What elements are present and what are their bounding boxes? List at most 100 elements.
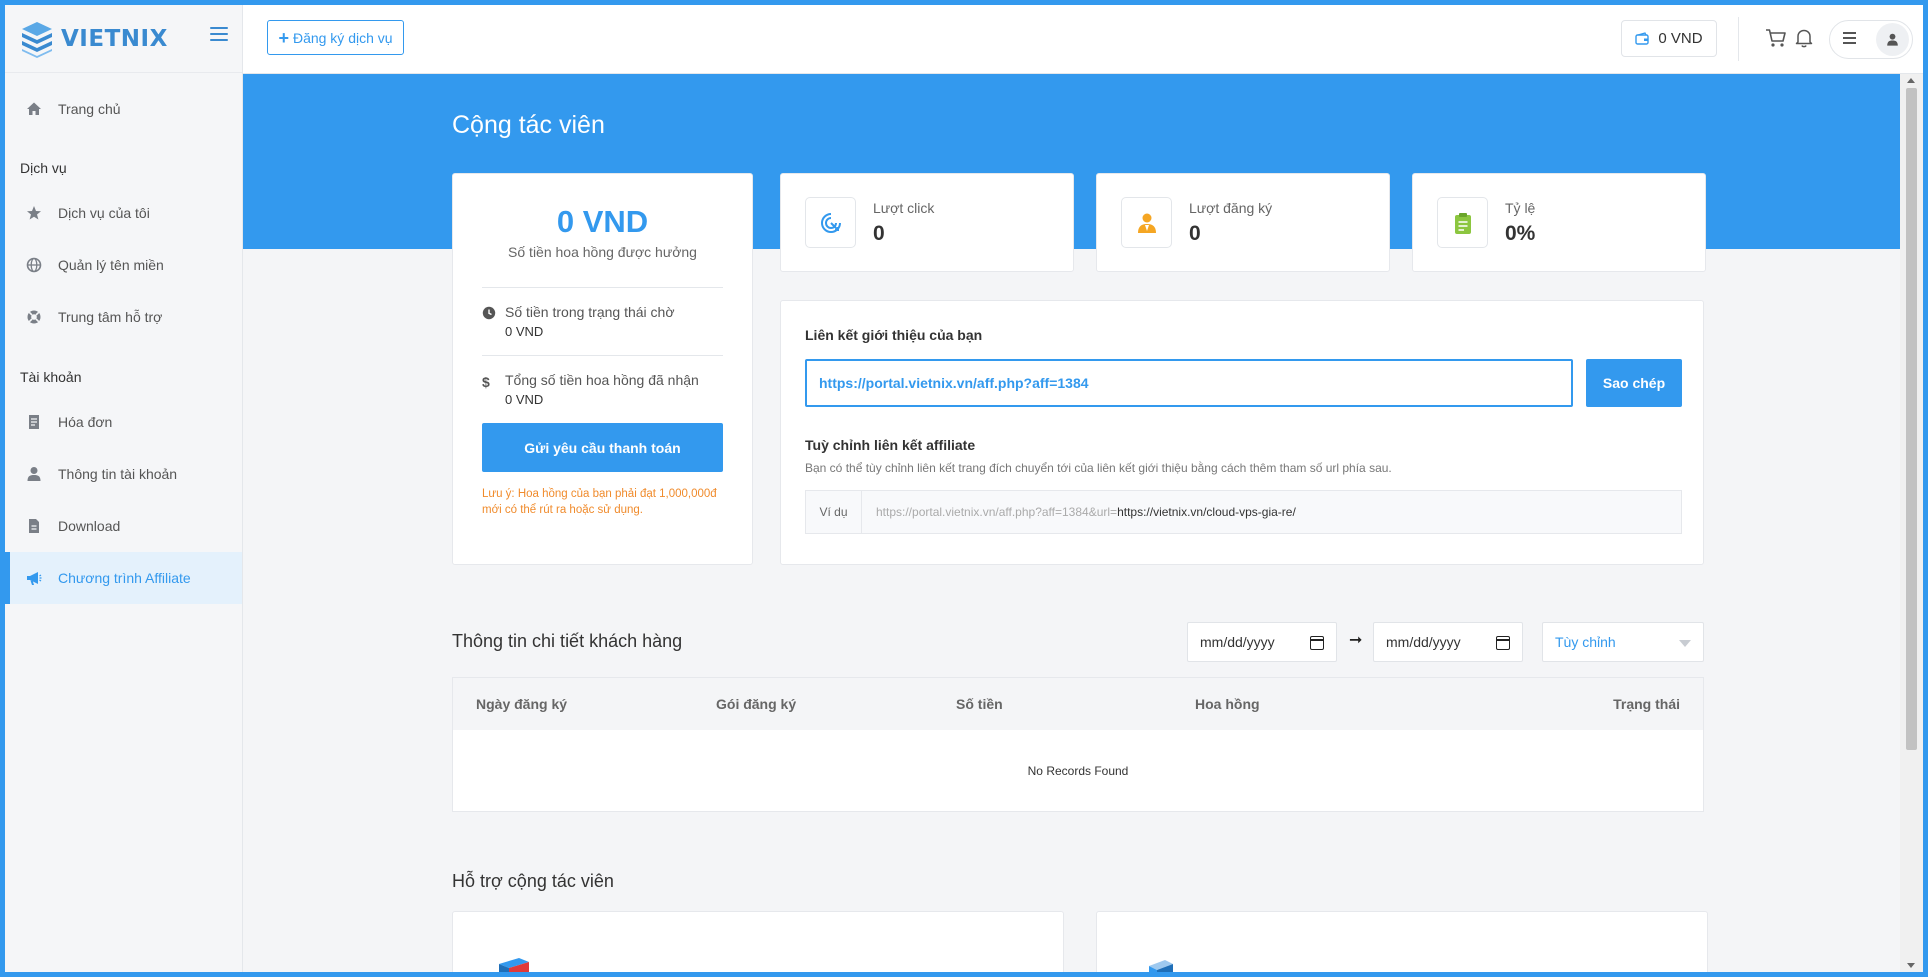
sidebar-item-my-services[interactable]: Dịch vụ của tôi (5, 187, 242, 239)
sidebar-item-home[interactable]: Trang chủ (5, 83, 242, 135)
cart-icon[interactable] (1765, 27, 1787, 49)
received-value: 0 VND (505, 392, 544, 407)
dollar-icon: $ (482, 374, 490, 390)
date-to-value: mm/dd/yyyy (1386, 634, 1461, 650)
date-from-input[interactable]: mm/dd/yyyy (1187, 622, 1337, 662)
page-scrollbar[interactable] (1900, 74, 1923, 972)
lifebuoy-icon (27, 310, 41, 324)
invoice-icon (29, 415, 39, 429)
star-icon (27, 206, 41, 220)
brand-name: VIETNIX (61, 25, 168, 52)
stat-label: Lượt đăng ký (1189, 199, 1273, 216)
logo[interactable]: VIETNIX (5, 5, 242, 73)
book-icon (499, 958, 529, 972)
wallet-icon (1635, 31, 1650, 45)
stat-value: 0 (873, 221, 885, 245)
example-label: Ví dụ (806, 491, 862, 533)
user-icon (1887, 33, 1898, 46)
example-base-url: https://portal.vietnix.vn/aff.php?aff=13… (876, 505, 1118, 519)
register-service-button[interactable]: + Đăng ký dịch vụ (267, 20, 404, 55)
range-select-value: Tùy chỉnh (1555, 634, 1616, 650)
calendar-icon[interactable] (1310, 636, 1324, 650)
support-card[interactable] (1096, 911, 1708, 972)
sidebar-item-label: Hóa đơn (58, 414, 113, 430)
globe-icon (26, 257, 42, 273)
sidebar-item-label: Thông tin tài khoản (58, 466, 178, 482)
referral-link-card: Liên kết giới thiệu của bạn https://port… (780, 300, 1704, 565)
scroll-down-icon[interactable] (1907, 963, 1915, 968)
stat-clicks: Lượt click 0 (780, 173, 1074, 272)
stat-icon-box (805, 197, 856, 248)
customers-table: Ngày đăng ký Gói đăng ký Số tiền Hoa hồn… (452, 677, 1704, 812)
user-menu-button[interactable] (1829, 20, 1913, 59)
chevron-down-icon (1679, 640, 1691, 647)
commission-card: 0 VND Số tiền hoa hồng được hưởng Số tiề… (452, 173, 753, 565)
scroll-thumb[interactable] (1906, 88, 1917, 750)
customers-section-title: Thông tin chi tiết khách hàng (452, 631, 683, 651)
sidebar-item-label: Trang chủ (58, 101, 121, 117)
sidebar-item-support[interactable]: Trung tâm hỗ trợ (5, 291, 242, 343)
page-title: Cộng tác viên (452, 111, 605, 139)
request-payment-button[interactable]: Gửi yêu cầu thanh toán (482, 423, 723, 472)
sidebar-item-label: Trung tâm hỗ trợ (58, 309, 163, 325)
date-to-input[interactable]: mm/dd/yyyy (1373, 622, 1523, 662)
sidebar-item-download[interactable]: Download (5, 500, 242, 552)
column-header[interactable]: Trạng thái (1613, 696, 1680, 712)
example-box: Ví dụ https://portal.vietnix.vn/aff.php?… (805, 490, 1682, 534)
range-select[interactable]: Tùy chỉnh (1542, 622, 1704, 662)
stat-ratio: Tỷ lệ 0% (1412, 173, 1706, 272)
stat-label: Lượt click (873, 199, 935, 216)
wallet-balance[interactable]: 0 VND (1621, 20, 1717, 57)
sidebar-item-invoices[interactable]: Hóa đơn (5, 396, 242, 448)
stat-value: 0% (1505, 221, 1536, 245)
support-section-title: Hỗ trợ cộng tác viên (452, 871, 614, 891)
column-header[interactable]: Gói đăng ký (716, 696, 796, 712)
user-signup-icon (1137, 213, 1156, 233)
sidebar-item-affiliate[interactable]: Chương trình Affiliate (5, 552, 242, 604)
megaphone-icon (27, 572, 42, 585)
referral-url-field[interactable]: https://portal.vietnix.vn/aff.php?aff=13… (805, 359, 1573, 407)
click-target-icon (820, 212, 841, 233)
calendar-icon[interactable] (1496, 636, 1510, 650)
custom-link-title: Tuỳ chỉnh liên kết affiliate (805, 437, 976, 453)
stat-icon-box (1437, 197, 1488, 248)
stat-icon-box (1121, 197, 1172, 248)
commission-note: Lưu ý: Hoa hồng của bạn phải đạt 1,000,0… (482, 488, 717, 516)
clipboard-icon (1454, 212, 1471, 234)
pending-label: Số tiền trong trạng thái chờ (505, 304, 675, 320)
support-card[interactable] (452, 911, 1064, 972)
divider (1738, 17, 1739, 61)
column-header[interactable]: Ngày đăng ký (476, 696, 567, 712)
document-icon (1149, 960, 1173, 972)
scroll-up-icon[interactable] (1907, 78, 1915, 83)
plus-icon: + (278, 27, 289, 48)
sidebar-section-services: Dịch vụ (20, 160, 67, 176)
column-header[interactable]: Hoa hồng (1195, 696, 1260, 712)
file-icon (29, 519, 39, 533)
received-label: Tổng số tiền hoa hồng đã nhận (505, 372, 699, 388)
vietnix-logo-icon (22, 21, 52, 58)
sidebar-item-account-info[interactable]: Thông tin tài khoản (5, 448, 242, 500)
table-header: Ngày đăng ký Gói đăng ký Số tiền Hoa hồn… (453, 678, 1703, 730)
home-icon (27, 102, 41, 115)
clock-icon (482, 306, 496, 320)
sidebar-section-account: Tài khoản (20, 369, 82, 385)
menu-icon (1843, 32, 1856, 47)
copy-button[interactable]: Sao chép (1586, 359, 1682, 407)
app-frame: VIETNIX Trang chủ Dịch vụ Dịch vụ của tô… (5, 5, 1923, 972)
avatar (1876, 23, 1909, 56)
sidebar-item-label: Dịch vụ của tôi (58, 205, 150, 221)
user-icon (27, 467, 41, 481)
referral-title: Liên kết giới thiệu của bạn (805, 327, 983, 343)
bell-icon[interactable] (1793, 27, 1815, 49)
arrow-right-icon: ➞ (1349, 632, 1363, 649)
stat-signups: Lượt đăng ký 0 (1096, 173, 1390, 272)
column-header[interactable]: Số tiền (956, 696, 1003, 712)
custom-link-description: Bạn có thể tùy chỉnh liên kết trang đích… (805, 461, 1392, 475)
sidebar-item-label: Download (58, 518, 121, 534)
sidebar-toggle-icon[interactable] (210, 27, 228, 42)
sidebar-item-label: Chương trình Affiliate (58, 570, 191, 586)
register-service-label: Đăng ký dịch vụ (292, 29, 393, 46)
sidebar-item-domains[interactable]: Quản lý tên miền (5, 239, 242, 291)
pending-value: 0 VND (505, 324, 544, 339)
